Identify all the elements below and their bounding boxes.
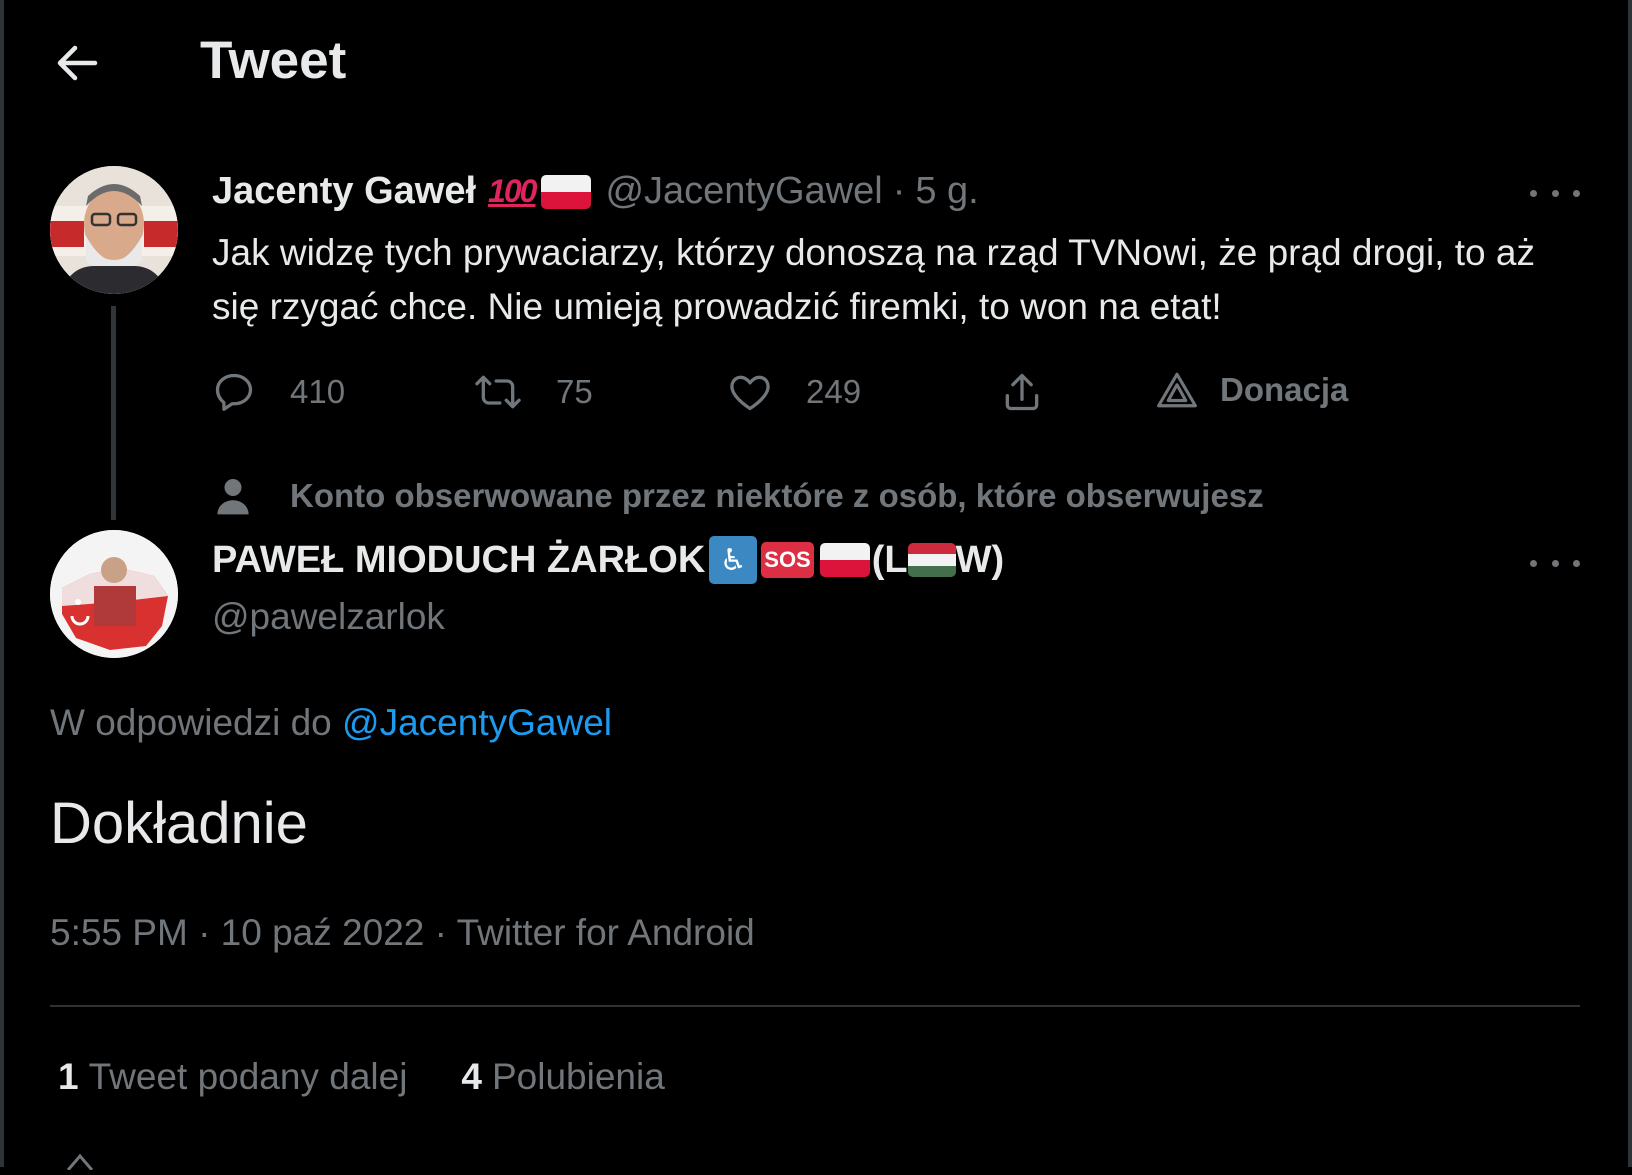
poland-flag-icon [541, 174, 592, 209]
person-icon [217, 479, 249, 515]
hundred-points-icon: 100 [488, 173, 537, 209]
retweets-stat[interactable]: 1 Tweet podany dalej [58, 1056, 407, 1098]
reply-button[interactable]: 410 [212, 370, 345, 414]
retweet-button[interactable]: 75 [474, 370, 593, 414]
like-count: 249 [806, 373, 862, 410]
donate-label: Donacja [1220, 371, 1349, 408]
author-handle[interactable]: @JacentyGawel [605, 170, 882, 213]
avatar-jacenty[interactable] [50, 166, 178, 294]
retweet-count: 75 [556, 373, 593, 410]
arrow-left-icon [57, 45, 98, 81]
retweets-label: Tweet podany dalej [88, 1056, 408, 1097]
sos-icon: SOS [761, 542, 814, 578]
parent-tweet-header: Jacenty Gaweł 100 @JacentyGawel · 5 g. [212, 170, 979, 213]
heart-icon [730, 375, 770, 411]
parent-tweet-text: Jak widzę tych prywaciarzy, którzy donos… [212, 232, 1535, 327]
divider [50, 1005, 1580, 1007]
header: Tweet [0, 0, 1632, 130]
more-options-button[interactable] [1530, 548, 1580, 578]
main-author-handle[interactable]: @pawelzarlok [212, 596, 445, 638]
donate-button[interactable]: Donacja [1156, 370, 1348, 410]
likes-stat[interactable]: 4 Polubienia [461, 1056, 664, 1098]
like-button[interactable]: 249 [728, 370, 861, 414]
author-name[interactable]: Jacenty Gaweł [212, 170, 476, 213]
wheelchair-icon: ♿ [709, 536, 758, 584]
share-button[interactable] [1000, 370, 1078, 414]
social-context-text: Konto obserwowane przez niektóre z osób,… [290, 477, 1264, 514]
reply-icon [215, 373, 253, 411]
social-context: Konto obserwowane przez niektóre z osób,… [216, 476, 1264, 516]
tweet-actions: 410 75 249 Donacja [212, 370, 1412, 430]
tweet-stats: 1 Tweet podany dalej 4 Polubienia [58, 1056, 719, 1098]
tweet-timestamp[interactable]: 5:55 PM · 10 paź 2022 · Twitter for Andr… [50, 912, 755, 954]
poland-flag-icon [819, 543, 870, 577]
back-button[interactable] [54, 40, 100, 86]
retweet-icon [475, 375, 521, 409]
likes-label: Polubienia [492, 1056, 665, 1097]
more-options-button[interactable] [1530, 178, 1580, 208]
tweet-time[interactable]: 5 g. [915, 170, 978, 213]
donate-triangle-icon [1157, 372, 1197, 408]
thread-connector [111, 306, 116, 520]
hungary-flag-icon [907, 543, 956, 577]
likes-count: 4 [461, 1056, 482, 1097]
name-close: W) [955, 538, 1005, 581]
avatar-photo [50, 166, 178, 294]
page-title: Tweet [200, 31, 347, 90]
avatar-pawel[interactable] [50, 530, 178, 658]
main-author-name[interactable]: PAWEŁ MIODUCH ŻARŁOK ♿ SOS (L W) [212, 536, 1004, 584]
retweets-count: 1 [58, 1056, 79, 1097]
avatar-photo [50, 530, 178, 658]
share-icon [1005, 373, 1039, 411]
main-tweet-text: Dokładnie [50, 791, 308, 856]
separator-dot: · [892, 170, 906, 212]
name-open: (L [871, 538, 908, 581]
replying-to: W odpowiedzi do @JacentyGawel [50, 702, 612, 744]
main-author-name-text: PAWEŁ MIODUCH ŻARŁOK [212, 538, 706, 581]
cutoff-icon [60, 1150, 100, 1171]
reply-count: 410 [290, 373, 346, 410]
replying-handle-link[interactable]: @JacentyGawel [342, 702, 612, 743]
replying-prefix: W odpowiedzi do [50, 702, 332, 743]
